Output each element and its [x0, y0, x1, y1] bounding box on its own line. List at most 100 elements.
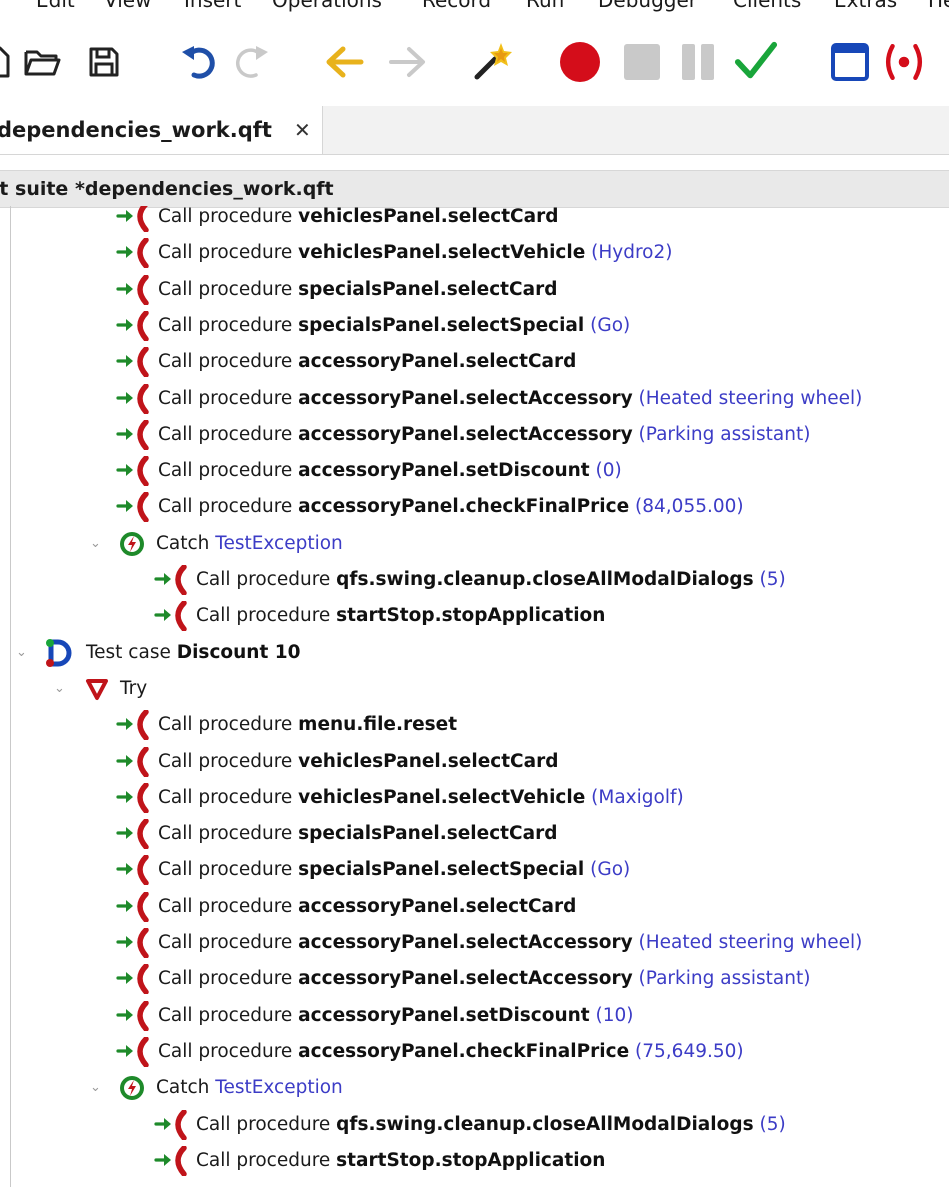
- procedure-name: specialsPanel.selectCard: [298, 278, 558, 300]
- test-tree: Call procedure vehiclesPanel.selectCard C…: [0, 206, 949, 1187]
- toolbar: [0, 14, 949, 106]
- procedure-name: accessoryPanel.selectAccessory: [298, 932, 633, 953]
- node-type-label: Call procedure: [196, 605, 331, 627]
- procedure-name: menu.file.reset: [298, 714, 458, 736]
- tree-node-call-procedure[interactable]: Call procedure accessoryPanel.setDiscoun…: [0, 998, 949, 1034]
- collapse-toggle-icon[interactable]: ⌄: [90, 1080, 101, 1095]
- tree-node-test-case[interactable]: ⌄ Test case Discount 10: [0, 635, 949, 671]
- node-label: Call procedure accessoryPanel.setDiscoun…: [158, 1005, 634, 1027]
- tree-node-call-procedure[interactable]: Call procedure accessoryPanel.selectAcce…: [0, 961, 949, 997]
- save-icon[interactable]: [82, 40, 126, 84]
- call-procedure-icon: [116, 782, 152, 818]
- procedure-parameters: (84,055.00): [635, 496, 744, 518]
- call-procedure-icon: [116, 237, 152, 273]
- node-type-label: Call procedure: [158, 242, 293, 264]
- tree-node-call-procedure[interactable]: Call procedure startStop.stopApplication: [0, 598, 949, 634]
- tree-node-catch[interactable]: ⌄ Catch TestException: [0, 1070, 949, 1106]
- menu-help[interactable]: He: [928, 0, 949, 12]
- menu-operations[interactable]: Operations: [272, 0, 382, 12]
- procedure-name: accessoryPanel.selectAccessory: [298, 387, 633, 409]
- tree-node-call-procedure[interactable]: Call procedure specialsPanel.selectSpeci…: [0, 852, 949, 888]
- call-procedure-icon: [116, 709, 152, 745]
- node-label: Call procedure menu.file.reset: [158, 714, 457, 736]
- procedure-parameters: (5): [759, 1113, 786, 1135]
- node-type-label: Call procedure: [158, 351, 293, 373]
- tree-node-call-procedure[interactable]: Call procedure specialsPanel.selectCard: [0, 816, 949, 852]
- test-suite-header: st suite *dependencies_work.qft: [0, 170, 949, 208]
- node-type-label: Call procedure: [158, 1040, 293, 1062]
- node-label: Call procedure specialsPanel.selectCard: [158, 279, 557, 301]
- menu-insert[interactable]: Insert: [184, 0, 241, 12]
- node-label: Call procedure vehiclesPanel.selectVehic…: [158, 787, 684, 809]
- node-label: Call procedure startStop.stopApplication: [196, 605, 605, 627]
- client-icon[interactable]: [882, 40, 926, 84]
- tree-node-call-procedure[interactable]: Call procedure qfs.swing.cleanup.closeAl…: [0, 1107, 949, 1143]
- new-file-icon[interactable]: [0, 40, 18, 84]
- node-label: Call procedure accessoryPanel.selectAcce…: [158, 388, 862, 410]
- node-label: Call procedure specialsPanel.selectSpeci…: [158, 315, 630, 337]
- node-label: Call procedure accessoryPanel.selectAcce…: [158, 424, 810, 446]
- tab-dependencies-work[interactable]: dependencies_work.qft ✕: [0, 106, 323, 154]
- window-icon[interactable]: [828, 40, 872, 84]
- tree-node-call-procedure[interactable]: Call procedure startStop.stopApplication: [0, 1143, 949, 1179]
- collapse-toggle-icon[interactable]: ⌄: [16, 645, 27, 660]
- node-label: Call procedure accessoryPanel.setDiscoun…: [158, 460, 622, 482]
- tree-node-call-procedure[interactable]: Call procedure specialsPanel.selectCard: [0, 272, 949, 308]
- call-procedure-icon: [116, 310, 152, 346]
- tree-node-call-procedure[interactable]: Call procedure menu.file.reset: [0, 707, 949, 743]
- menu-edit[interactable]: Edit: [36, 0, 75, 12]
- tree-node-call-procedure[interactable]: Call procedure accessoryPanel.selectAcce…: [0, 381, 949, 417]
- collapse-toggle-icon[interactable]: ⌄: [54, 681, 65, 696]
- tree-node-call-procedure[interactable]: Call procedure vehiclesPanel.selectVehic…: [0, 235, 949, 271]
- undo-icon[interactable]: [178, 40, 222, 84]
- tree-node-call-procedure[interactable]: Call procedure accessoryPanel.selectCard: [0, 344, 949, 380]
- collapse-toggle-icon[interactable]: ⌄: [90, 536, 101, 551]
- menu-clients[interactable]: Clients: [733, 0, 801, 12]
- procedure-parameters: (Parking assistant): [638, 968, 811, 990]
- open-folder-icon[interactable]: [20, 40, 64, 84]
- tree-node-try[interactable]: ⌄ Try: [0, 671, 949, 707]
- menu-run[interactable]: Run: [526, 0, 564, 12]
- procedure-name: accessoryPanel.selectCard: [298, 351, 577, 373]
- node-type-label: Call procedure: [158, 968, 293, 990]
- tree-node-catch[interactable]: ⌄ Catch TestException: [0, 526, 949, 562]
- procedure-parameters: (Hydro2): [591, 242, 673, 264]
- test-case-name: Discount 10: [176, 641, 301, 663]
- tree-node-call-procedure[interactable]: Call procedure vehiclesPanel.selectCard: [0, 206, 949, 235]
- node-label: Call procedure qfs.swing.cleanup.closeAl…: [196, 569, 786, 591]
- stop-icon: [620, 40, 664, 84]
- close-tab-icon[interactable]: ✕: [294, 118, 311, 142]
- check-icon[interactable]: [734, 40, 778, 84]
- node-type-label: Call procedure: [196, 569, 331, 590]
- tree-node-call-procedure[interactable]: Call procedure vehiclesPanel.selectCard: [0, 744, 949, 780]
- magic-wand-icon[interactable]: [470, 40, 514, 84]
- tree-node-call-procedure[interactable]: Call procedure specialsPanel.selectSpeci…: [0, 308, 949, 344]
- back-icon[interactable]: [322, 40, 366, 84]
- menu-extras[interactable]: Extras: [834, 0, 897, 12]
- tab-strip: dependencies_work.qft ✕: [0, 106, 949, 155]
- tree-node-call-procedure[interactable]: Call procedure accessoryPanel.selectAcce…: [0, 925, 949, 961]
- menu-view[interactable]: View: [104, 0, 151, 12]
- node-type-label: Call procedure: [196, 1149, 331, 1171]
- tree-node-call-procedure[interactable]: Call procedure accessoryPanel.setDiscoun…: [0, 453, 949, 489]
- tree-node-call-procedure[interactable]: Call procedure accessoryPanel.checkFinal…: [0, 1034, 949, 1070]
- procedure-parameters: (0): [595, 460, 622, 482]
- node-type-label: Call procedure: [158, 823, 293, 845]
- procedure-name: vehiclesPanel.selectCard: [298, 206, 559, 227]
- record-icon[interactable]: [558, 40, 602, 84]
- procedure-parameters: (Heated steering wheel): [638, 387, 863, 409]
- procedure-name: accessoryPanel.checkFinalPrice: [298, 496, 630, 518]
- node-type-label: Test case: [86, 641, 171, 663]
- tree-node-call-procedure[interactable]: Call procedure accessoryPanel.selectAcce…: [0, 417, 949, 453]
- node-type-label: Call procedure: [158, 750, 293, 772]
- menu-record[interactable]: Record: [422, 0, 491, 12]
- call-procedure-icon: [116, 382, 152, 419]
- tree-node-call-procedure[interactable]: Call procedure vehiclesPanel.selectVehic…: [0, 780, 949, 816]
- node-label: Catch TestException: [156, 533, 343, 555]
- tree-node-call-procedure[interactable]: Call procedure qfs.swing.cleanup.closeAl…: [0, 562, 949, 598]
- menu-debugger[interactable]: Debugger: [598, 0, 697, 12]
- tree-node-call-procedure[interactable]: Call procedure accessoryPanel.selectCard: [0, 889, 949, 925]
- node-type-label: Catch: [156, 1077, 210, 1099]
- tree-node-call-procedure[interactable]: Call procedure accessoryPanel.checkFinal…: [0, 489, 949, 525]
- procedure-parameters: (Go): [590, 314, 631, 336]
